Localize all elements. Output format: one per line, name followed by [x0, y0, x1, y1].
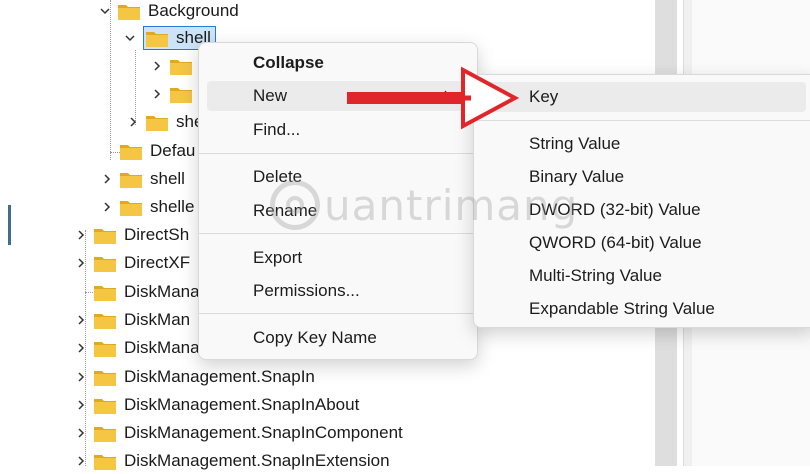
tree-item[interactable]: DirectSh — [74, 222, 189, 248]
chevron-right-icon[interactable] — [74, 341, 88, 355]
tree-guide-line — [110, 152, 120, 153]
submenu-item-binary-value[interactable]: Binary Value — [482, 162, 806, 192]
chevron-right-icon[interactable] — [74, 370, 88, 384]
folder-icon — [94, 453, 116, 470]
chevron-right-icon[interactable] — [126, 115, 140, 129]
tree-item-label: DiskManagement.SnapInAbout — [124, 395, 360, 414]
folder-icon — [170, 86, 192, 103]
tree-item[interactable]: DiskMan — [74, 307, 190, 333]
tree-item-label: DiskManagement.SnapIn — [124, 367, 315, 386]
chevron-right-icon[interactable] — [74, 313, 88, 327]
folder-icon — [94, 227, 116, 244]
menu-item-permissions[interactable]: Permissions... — [207, 276, 469, 306]
tree-item-label: DiskManag — [124, 338, 210, 357]
tree-item-label: DirectSh — [124, 225, 190, 244]
submenu-item-expandable-string-value[interactable]: Expandable String Value — [482, 294, 806, 324]
menu-item-copy-key-name[interactable]: Copy Key Name — [207, 323, 469, 353]
tree-item[interactable]: DiskManag — [74, 335, 209, 361]
chevron-down-icon[interactable] — [98, 4, 112, 18]
menu-item-export[interactable]: Export — [207, 243, 469, 273]
tree-item-label: shelle — [150, 197, 195, 216]
tree-guide-line — [110, 0, 111, 160]
folder-icon — [94, 284, 116, 301]
chevron-right-icon[interactable] — [150, 87, 164, 101]
tree-item-label: DiskMana — [124, 282, 200, 301]
menu-item-label: New — [253, 86, 288, 105]
tree-item[interactable]: she — [126, 109, 203, 135]
tree-item[interactable]: shelle — [100, 194, 194, 220]
folder-icon — [146, 30, 168, 47]
tree-item-label: DiskManagement.SnapInExtension — [124, 451, 390, 470]
menu-item-rename[interactable]: Rename — [207, 196, 469, 226]
folder-icon — [120, 199, 142, 216]
tree-item-label: Defau — [150, 141, 196, 160]
tree-item[interactable]: DiskManagement.SnapInExtension — [74, 448, 390, 474]
chevron-right-icon[interactable] — [150, 59, 164, 73]
tree-item-label: DiskMan — [124, 310, 191, 329]
tree-item[interactable] — [150, 81, 200, 107]
chevron-right-icon[interactable] — [74, 398, 88, 412]
folder-icon — [120, 171, 142, 188]
left-edge-marker — [8, 205, 11, 245]
menu-item-delete[interactable]: Delete — [207, 162, 469, 192]
tree-item-label: Background — [148, 1, 239, 20]
tree-item[interactable]: DiskManagement.SnapInComponent — [74, 420, 403, 446]
tree-item-label: DirectXF — [124, 253, 191, 272]
folder-icon — [94, 369, 116, 386]
tree-item[interactable]: DirectXF — [74, 250, 190, 276]
folder-icon — [94, 397, 116, 414]
folder-icon — [94, 340, 116, 357]
folder-icon — [120, 143, 142, 160]
tree-item[interactable]: DiskMana — [94, 279, 200, 305]
tree-item-label: shell — [150, 169, 185, 188]
chevron-right-icon[interactable] — [100, 200, 114, 214]
submenu-item-string-value[interactable]: String Value — [482, 129, 806, 159]
tree-item[interactable]: Defau — [120, 138, 195, 164]
tree-item-label: DiskManagement.SnapInComponent — [124, 423, 403, 442]
tree-item[interactable]: Background — [98, 0, 239, 24]
folder-icon — [94, 425, 116, 442]
chevron-right-icon[interactable] — [74, 228, 88, 242]
chevron-down-icon[interactable] — [123, 31, 137, 45]
tree-item[interactable] — [150, 53, 200, 79]
red-arrow-annotation — [347, 66, 520, 130]
menu-separator — [199, 153, 477, 154]
tree-item[interactable]: DiskManagement.SnapInAbout — [74, 392, 359, 418]
submenu-item-multi-string-value[interactable]: Multi-String Value — [482, 261, 806, 291]
menu-separator — [199, 313, 477, 314]
folder-icon — [94, 312, 116, 329]
menu-separator — [199, 233, 477, 234]
folder-icon — [146, 114, 168, 131]
chevron-right-icon[interactable] — [100, 172, 114, 186]
submenu-item-key[interactable]: Key — [482, 82, 806, 112]
tree-item[interactable]: DiskManagement.SnapIn — [74, 364, 315, 390]
folder-icon — [118, 3, 140, 20]
chevron-right-icon[interactable] — [74, 256, 88, 270]
chevron-right-icon[interactable] — [74, 426, 88, 440]
folder-icon — [94, 255, 116, 272]
submenu-item-qword-value[interactable]: QWORD (64-bit) Value — [482, 228, 806, 258]
submenu-item-dword-value[interactable]: DWORD (32-bit) Value — [482, 195, 806, 225]
folder-icon — [170, 58, 192, 75]
tree-item[interactable]: shell — [100, 166, 185, 192]
